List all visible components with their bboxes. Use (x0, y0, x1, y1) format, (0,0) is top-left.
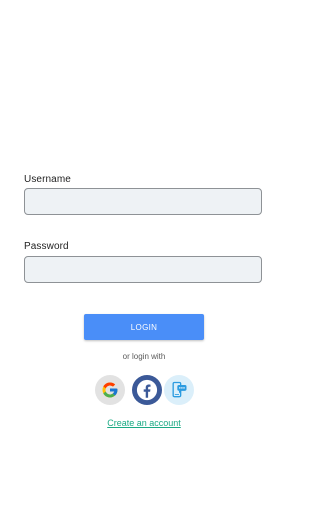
sms-phone-icon (169, 380, 189, 400)
google-login-button[interactable] (95, 375, 125, 405)
username-input[interactable] (24, 188, 262, 215)
username-label: Username (24, 174, 71, 185)
facebook-icon (136, 379, 158, 401)
sms-login-button[interactable] (164, 375, 194, 405)
facebook-login-button[interactable] (132, 375, 162, 405)
password-input[interactable] (24, 256, 262, 283)
alt-login-text: or login with (122, 352, 166, 361)
password-label: Password (24, 241, 69, 252)
create-account-link[interactable]: Create an account (0, 418, 288, 428)
login-button[interactable]: LOGIN (84, 314, 204, 340)
google-icon (101, 381, 119, 399)
